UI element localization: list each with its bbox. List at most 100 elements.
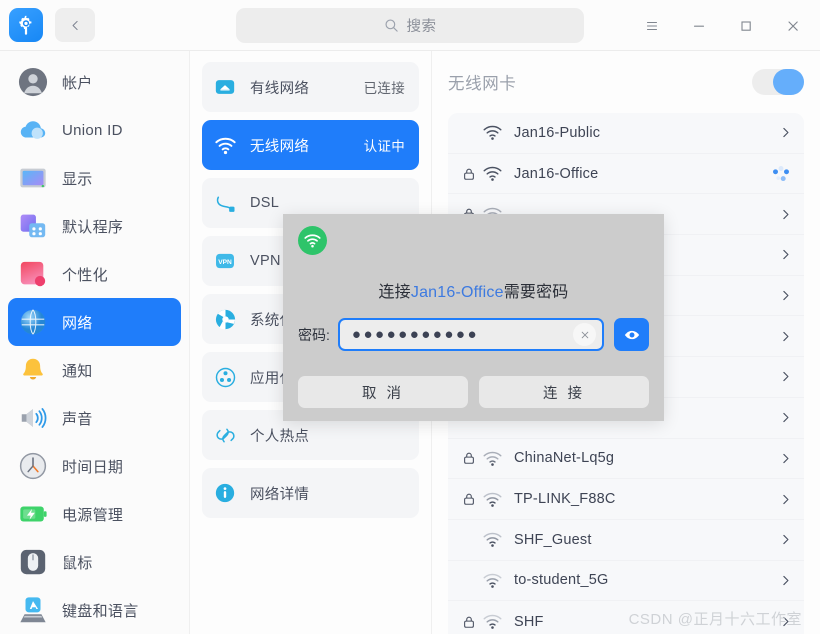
sidebar-item-mouse[interactable]: 鼠标 — [8, 538, 181, 586]
menu-button[interactable] — [628, 6, 675, 46]
sidebar-item-label: 个性化 — [62, 266, 108, 284]
wireless-header: 无线网卡 — [448, 51, 804, 113]
chevron-right-icon[interactable] — [772, 370, 792, 383]
wifi-signal-icon — [482, 122, 514, 143]
sidebar-item-power[interactable]: 电源管理 — [8, 490, 181, 538]
minimize-icon — [693, 25, 704, 27]
mid-item-wireless-network[interactable]: 无线网络 认证中 — [202, 120, 419, 170]
sidebar-item-label: 键盘和语言 — [62, 602, 139, 620]
wifi-ssid: SHF — [514, 613, 544, 630]
sidebar-item-keyboard-language[interactable]: 键盘和语言 — [8, 586, 181, 634]
sidebar-item-sound[interactable]: 声音 — [8, 394, 181, 442]
wifi-row[interactable]: SHF — [448, 601, 804, 634]
sidebar-item-label: 通知 — [62, 362, 93, 380]
chevron-right-icon[interactable] — [772, 126, 792, 139]
search-icon — [384, 19, 398, 32]
sidebar-item-default-apps[interactable]: 默认程序 — [8, 202, 181, 250]
minimize-button[interactable] — [675, 6, 722, 46]
sidebar-item-network[interactable]: 网络 — [8, 298, 181, 346]
clear-password-button[interactable] — [573, 323, 596, 346]
search-placeholder: 搜索 — [406, 19, 437, 35]
dialog-title-prefix: 连接 — [378, 284, 411, 301]
bell-icon — [16, 353, 50, 387]
sidebar-item-label: 时间日期 — [62, 458, 124, 476]
mid-item-wired-network[interactable]: 有线网络 已连接 — [202, 62, 419, 112]
cloud-icon — [16, 113, 50, 147]
chevron-right-icon[interactable] — [772, 493, 792, 506]
cancel-button[interactable]: 取 消 — [298, 376, 468, 408]
info-icon — [212, 480, 238, 506]
wifi-ssid: SHF_Guest — [514, 531, 592, 548]
network-globe-icon — [16, 305, 50, 339]
mid-item-label: 个人热点 — [250, 428, 310, 445]
sidebar-item-label: Union ID — [62, 121, 123, 139]
chevron-right-icon[interactable] — [772, 452, 792, 465]
chevron-right-icon[interactable] — [772, 411, 792, 424]
connect-button[interactable]: 连 接 — [479, 376, 649, 408]
proxy-icon — [212, 306, 238, 332]
reveal-password-button[interactable] — [614, 318, 649, 351]
sidebar-item-label: 默认程序 — [62, 218, 124, 236]
close-icon — [787, 20, 798, 31]
wifi-signal-icon — [482, 570, 514, 591]
wifi-signal-icon — [482, 163, 514, 184]
lock-icon — [462, 615, 482, 629]
maximize-button[interactable] — [722, 6, 769, 46]
wifi-row[interactable]: SHF_Guest — [448, 519, 804, 561]
wifi-ssid: Jan16-Public — [514, 124, 601, 141]
wifi-ssid: TP-LINK_F88C — [514, 491, 616, 508]
chevron-right-icon[interactable] — [772, 615, 792, 628]
battery-icon — [16, 497, 50, 531]
sidebar-item-label: 显示 — [62, 170, 93, 188]
sidebar-item-label: 电源管理 — [62, 506, 124, 524]
mid-item-label: 无线网络 — [250, 138, 310, 155]
wifi-row[interactable]: Jan16-Public — [448, 113, 804, 154]
lock-icon — [462, 167, 482, 181]
chevron-right-icon[interactable] — [772, 248, 792, 261]
chevron-left-icon — [72, 20, 78, 30]
password-input[interactable]: ●●●●●●●●●●● — [337, 318, 604, 351]
sidebar-item-account[interactable]: 帐户 — [8, 58, 181, 106]
close-button[interactable] — [769, 6, 816, 46]
sidebar-item-notifications[interactable]: 通知 — [8, 346, 181, 394]
mid-item-network-details[interactable]: 网络详情 — [202, 468, 419, 518]
wireless-adapter-toggle[interactable] — [752, 69, 804, 95]
wifi-signal-icon — [482, 448, 514, 469]
sidebar-item-label: 帐户 — [62, 74, 93, 92]
sidebar-item-display[interactable]: 显示 — [8, 154, 181, 202]
sidebar-item-union-id[interactable]: Union ID — [8, 106, 181, 154]
sidebar-item-label: 网络 — [62, 314, 93, 332]
dialog-buttons: 取 消 连 接 — [298, 376, 649, 408]
lock-icon — [462, 492, 482, 506]
wifi-green-icon — [298, 226, 327, 255]
mid-item-label: 有线网络 — [250, 80, 310, 97]
wifi-row[interactable]: TP-LINK_F88C — [448, 479, 804, 520]
chevron-right-icon[interactable] — [772, 208, 792, 221]
eye-icon — [624, 330, 639, 339]
page-title: 无线网卡 — [448, 75, 517, 93]
wifi-ssid: to-student_5G — [514, 572, 609, 589]
mouse-icon — [16, 545, 50, 579]
chevron-right-icon[interactable] — [772, 533, 792, 546]
wifi-row[interactable]: Jan16-Office — [448, 153, 804, 195]
speaker-icon — [16, 401, 50, 435]
wifi-ssid: Jan16-Office — [514, 165, 599, 182]
back-button[interactable] — [55, 8, 95, 42]
password-label: 密码: — [298, 326, 330, 343]
sidebar-item-personalization[interactable]: 个性化 — [8, 250, 181, 298]
wifi-signal-icon — [482, 611, 514, 632]
settings-gear-icon — [9, 8, 43, 42]
wifi-row[interactable]: ChinaNet-Lq5g — [448, 438, 804, 480]
chevron-right-icon[interactable] — [772, 289, 792, 302]
personalization-icon — [16, 257, 50, 291]
dialog-title-suffix: 需要密码 — [503, 284, 569, 301]
monitor-icon — [16, 161, 50, 195]
settings-window: 搜索 帐户 Union ID 显示 默认程序 个性化 网络 通知 声音 时间日期… — [0, 0, 820, 634]
search-input[interactable]: 搜索 — [236, 8, 584, 43]
sidebar: 帐户 Union ID 显示 默认程序 个性化 网络 通知 声音 时间日期 电源… — [0, 51, 190, 634]
wifi-row[interactable]: to-student_5G — [448, 560, 804, 602]
sidebar-item-datetime[interactable]: 时间日期 — [8, 442, 181, 490]
chevron-right-icon[interactable] — [772, 330, 792, 343]
wifi-ssid: ChinaNet-Lq5g — [514, 450, 615, 467]
chevron-right-icon[interactable] — [772, 574, 792, 587]
